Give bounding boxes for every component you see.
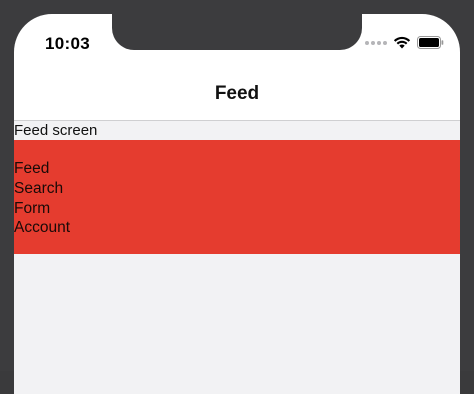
battery-icon [417,36,444,49]
nav-title: Feed [214,83,260,104]
status-time: 10:03 [45,34,90,53]
signal-dots-icon [365,40,387,45]
wifi-icon [393,36,411,49]
screen-label: Feed screen [14,122,98,139]
menu-panel: Feed Search Form Account [14,140,460,254]
content-area: Feed screen Feed Search Form Account [14,121,460,394]
menu-item-account[interactable]: Account [14,218,70,238]
menu-item-search[interactable]: Search [14,179,70,199]
menu-list: Feed Search Form Account [14,159,70,238]
device-frame: 10:03 Feed Feed screen Feed Search Form … [0,0,474,394]
app-screen: 10:03 Feed Feed screen Feed Search Form … [14,14,460,394]
device-notch [112,14,362,50]
navigation-bar: Feed [14,70,460,121]
menu-item-form[interactable]: Form [14,199,70,219]
menu-item-feed[interactable]: Feed [14,159,70,179]
status-icons [365,36,444,49]
